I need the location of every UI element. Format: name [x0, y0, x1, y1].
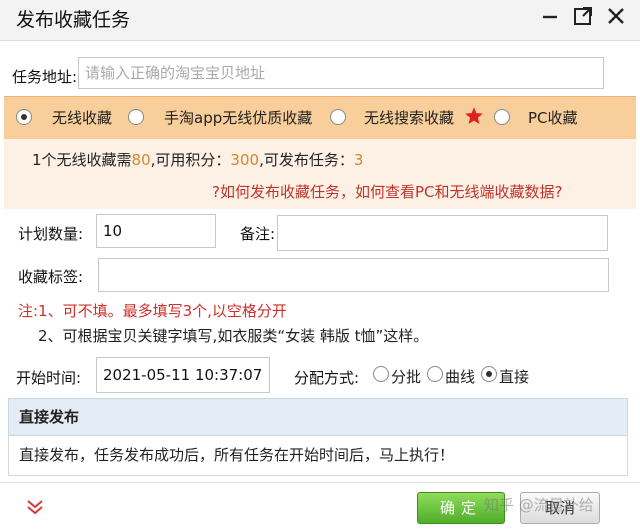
- note-2: 2、可根据宝贝关键字填写,如衣服类“女装 韩版 t恤”这样。: [38, 327, 429, 345]
- remark-input[interactable]: [277, 215, 608, 251]
- minimize-icon[interactable]: [538, 4, 562, 28]
- start-time-label: 开始时间:: [16, 369, 82, 387]
- direct-publish-heading: 直接发布: [8, 398, 628, 436]
- remark-label: 备注:: [240, 225, 276, 243]
- radio-wireless-fav[interactable]: [16, 109, 32, 125]
- radio-label-wireless-fav: 无线收藏: [52, 109, 113, 127]
- points-info: 1个无线收藏需80,可用积分：300,可发布任务：3: [32, 149, 363, 170]
- window-titlebar: 发布收藏任务: [0, 0, 640, 41]
- maximize-icon[interactable]: [571, 4, 595, 28]
- radio-label-dist-batch: 分批: [391, 368, 422, 386]
- tags-label: 收藏标签:: [18, 268, 84, 286]
- radio-label-wireless-search: 无线搜索收藏: [364, 109, 455, 127]
- footer-divider: [0, 482, 640, 483]
- radio-dist-curve[interactable]: [427, 366, 443, 382]
- radio-dist-batch[interactable]: [373, 366, 389, 382]
- note-1: 注:1、可不填。最多填写3个,以空格分开: [18, 302, 287, 320]
- direct-publish-description: 直接发布，任务发布成功后，所有任务在开始时间后，马上执行！: [8, 436, 628, 476]
- help-link[interactable]: ?如何发布收藏任务，如何查看PC和无线端收藏数据?: [212, 181, 562, 202]
- radio-dist-direct[interactable]: [481, 366, 497, 382]
- address-placeholder: 请输入正确的淘宝宝贝地址: [85, 64, 266, 82]
- distribution-label: 分配方式:: [294, 369, 360, 387]
- tags-input[interactable]: [98, 258, 609, 292]
- zhihu-watermark: 知乎 @流量补给: [484, 496, 594, 514]
- radio-taobao-app[interactable]: [128, 109, 144, 125]
- tasks-value: 3: [353, 151, 364, 169]
- task-type-bar: 无线收藏 手淘app无线优质收藏 无线搜索收藏 PC收藏: [4, 96, 636, 140]
- radio-label-pc-fav: PC收藏: [528, 109, 578, 127]
- star-icon: [464, 106, 484, 126]
- double-chevron-down-icon[interactable]: [24, 496, 46, 518]
- close-icon[interactable]: [604, 4, 628, 28]
- address-input[interactable]: 请输入正确的淘宝宝贝地址: [78, 57, 604, 89]
- points-info-mid2: ,可发布任务：: [259, 151, 354, 169]
- points-info-mid1: ,可用积分：: [150, 151, 231, 169]
- address-label: 任务地址:: [12, 68, 78, 86]
- radio-label-dist-direct: 直接: [499, 368, 530, 386]
- plan-quantity-input[interactable]: 10: [96, 214, 216, 248]
- points-value: 300: [230, 151, 260, 169]
- points-info-prefix: 1个无线收藏需: [32, 151, 132, 169]
- radio-label-taobao-app: 手淘app无线优质收藏: [164, 109, 313, 127]
- cost-value: 80: [131, 151, 151, 169]
- plan-label: 计划数量:: [18, 225, 84, 243]
- info-box: 1个无线收藏需80,可用积分：300,可发布任务：3 ?如何发布收藏任务，如何查…: [4, 139, 636, 209]
- window-title: 发布收藏任务: [16, 9, 131, 31]
- radio-pc-fav[interactable]: [494, 109, 510, 125]
- start-time-input[interactable]: 2021-05-11 10:37:07: [96, 357, 270, 393]
- radio-wireless-search[interactable]: [330, 109, 346, 125]
- radio-label-dist-curve: 曲线: [445, 368, 476, 386]
